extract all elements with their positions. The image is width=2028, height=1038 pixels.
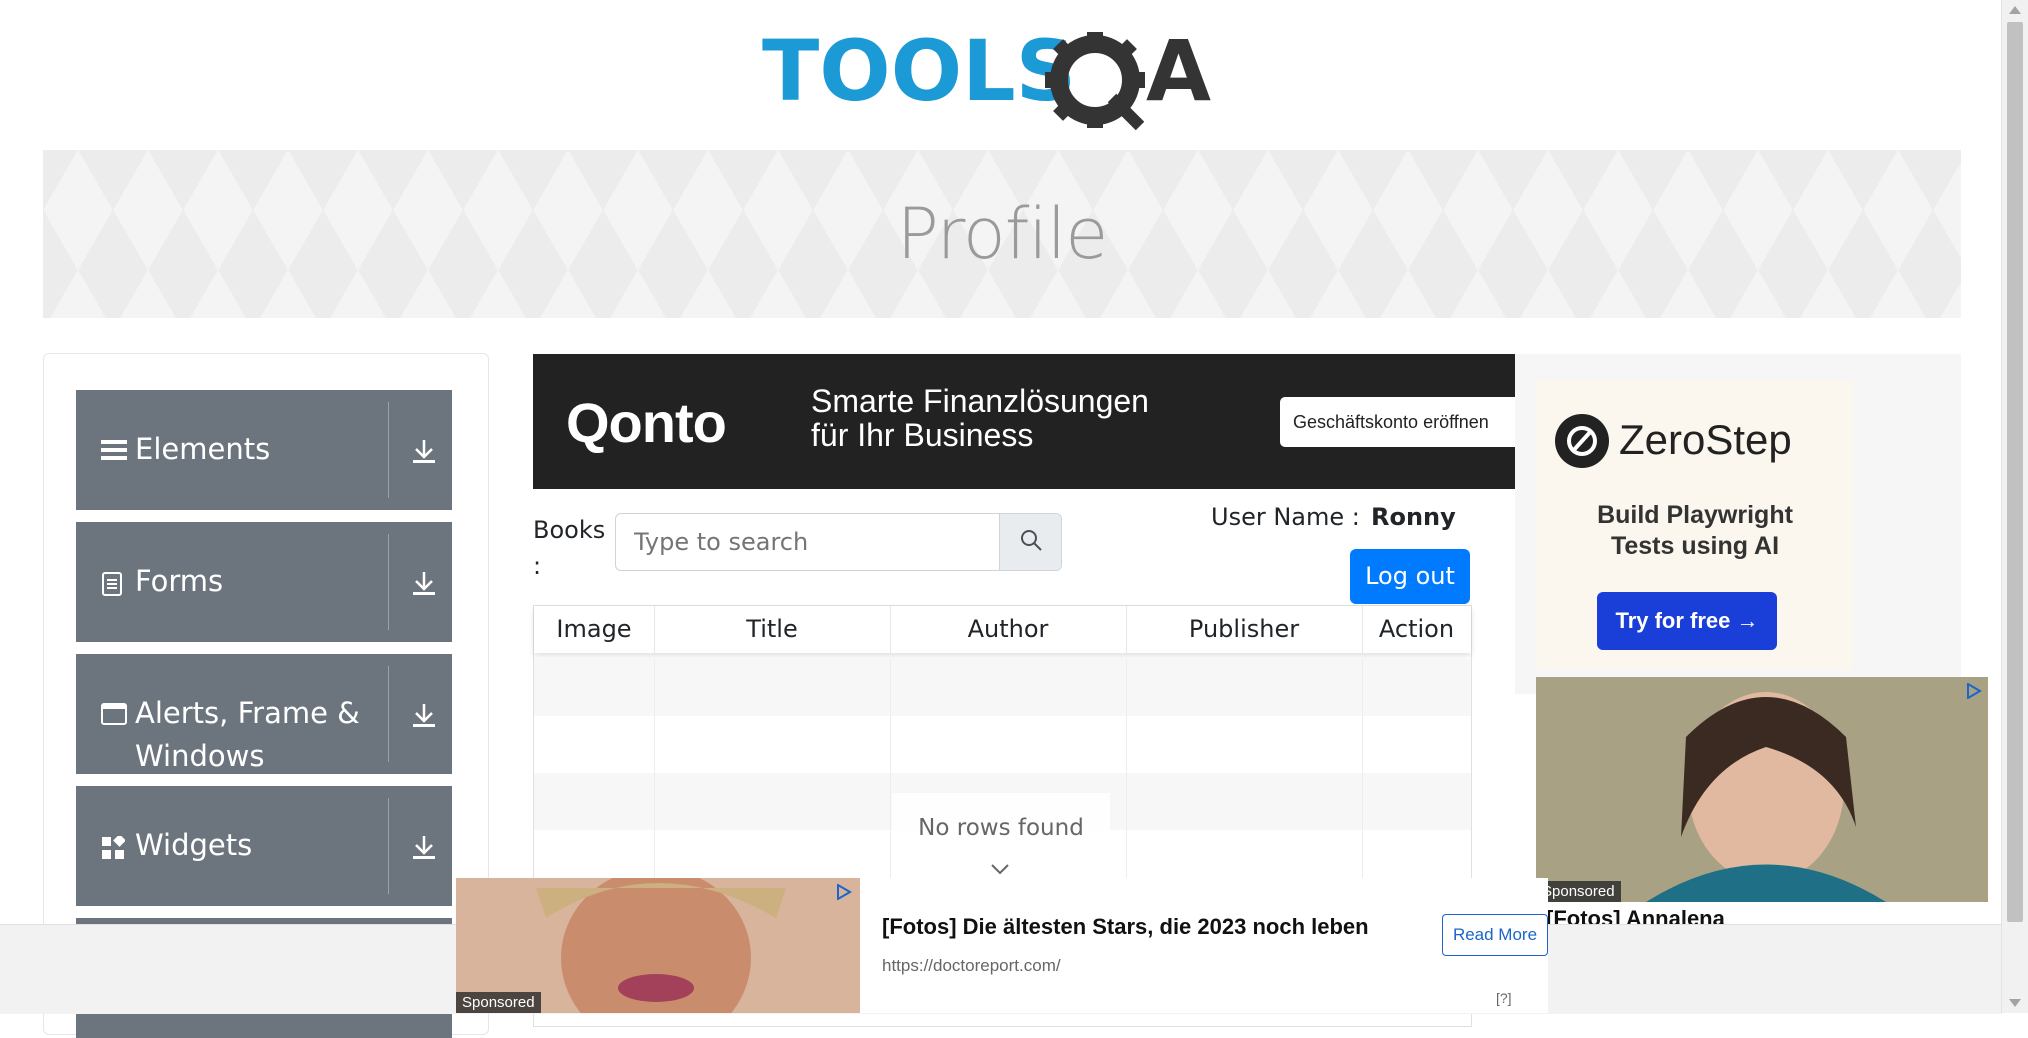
- sidebar-group-widgets[interactable]: Widgets: [76, 786, 452, 906]
- cell-divider: [890, 716, 891, 773]
- gear-icon: [1045, 32, 1145, 131]
- no-rows-message: No rows found: [892, 793, 1110, 863]
- divider: [388, 534, 389, 630]
- divider: [388, 666, 389, 762]
- chevron-down-icon[interactable]: [990, 860, 1010, 879]
- cell-divider: [654, 716, 655, 773]
- cell-divider: [1362, 773, 1363, 830]
- table-row: [534, 659, 1471, 716]
- ad-tagline: Smarte Finanzlösungen für Ihr Business: [811, 384, 1149, 452]
- ad-headline-line2: Tests using AI: [1610, 532, 1780, 560]
- sponsored-label: Sponsored: [1536, 881, 1621, 902]
- search-icon: [1019, 528, 1043, 556]
- page-title: Profile: [896, 193, 1109, 275]
- zerostep-logo-icon: [1555, 414, 1609, 468]
- cell-divider: [1362, 659, 1363, 716]
- cell-divider: [890, 773, 891, 830]
- ad-photo-right[interactable]: Sponsored: [1536, 677, 1988, 902]
- ad-photo-image: [1536, 677, 1988, 902]
- logo-text-tools: TOOLS: [762, 22, 1076, 120]
- scroll-up-icon[interactable]: [2009, 6, 2021, 14]
- sidebar-group-label: Widgets: [135, 828, 253, 862]
- read-more-button[interactable]: Read More: [1442, 914, 1548, 956]
- ad-brand: ZeroStep: [1619, 416, 1792, 463]
- download-icon: [412, 702, 436, 728]
- widgets-icon: [101, 834, 127, 862]
- ad-help-link[interactable]: [?]: [1496, 990, 1512, 1006]
- ad-zerostep[interactable]: ZeroStep Build Playwright Tests using AI…: [1515, 354, 1961, 694]
- divider: [388, 798, 389, 894]
- sidebar-group-elements[interactable]: Elements: [76, 390, 452, 510]
- ad-headline: Build Playwright Tests using AI: [1537, 500, 1853, 562]
- ad-tagline-line2: für Ihr Business: [811, 417, 1034, 453]
- adchoices-icon[interactable]: [1966, 682, 1982, 703]
- ad-zerostep-card: ZeroStep Build Playwright Tests using AI…: [1537, 380, 1853, 670]
- adchoices-icon[interactable]: [836, 883, 852, 904]
- column-header-action[interactable]: Action: [1362, 606, 1471, 653]
- ad-title[interactable]: [Fotos] Die ältesten Stars, die 2023 noc…: [882, 914, 1369, 940]
- cell-divider: [890, 659, 891, 716]
- window-icon: [101, 702, 127, 728]
- ad-cta-button[interactable]: Geschäftskonto eröffnen: [1280, 397, 1515, 447]
- sidebar-group-alerts-frame-windows[interactable]: Alerts, Frame & Windows: [76, 654, 452, 774]
- sidebar-group-label: Alerts, Frame &: [135, 696, 360, 730]
- vertical-scrollbar[interactable]: [2001, 0, 2028, 1013]
- divider: [388, 402, 389, 498]
- column-header-image[interactable]: Image: [534, 606, 655, 653]
- ad-tagline-line1: Smarte Finanzlösungen: [811, 383, 1149, 419]
- ad-bottom-image: Sponsored: [456, 878, 860, 1013]
- books-label: Books :: [533, 516, 606, 580]
- ad-bottom[interactable]: Sponsored [Fotos] Die ältesten Stars, di…: [456, 878, 1548, 1013]
- table-row: [534, 716, 1471, 773]
- search-button[interactable]: [999, 514, 1061, 570]
- column-header-author[interactable]: Author: [890, 606, 1127, 653]
- table-header: Image Title Author Publisher Action: [534, 606, 1471, 653]
- column-header-title[interactable]: Title: [654, 606, 891, 653]
- sidebar-group-forms[interactable]: Forms: [76, 522, 452, 642]
- list-icon: [101, 437, 127, 463]
- username-label: User Name :: [1211, 503, 1360, 531]
- download-icon: [412, 834, 436, 860]
- logout-button[interactable]: Log out: [1350, 549, 1470, 604]
- ad-url[interactable]: https://doctoreport.com/: [882, 956, 1061, 976]
- cell-divider: [1126, 716, 1127, 773]
- sidebar-group-label: Forms: [135, 564, 224, 598]
- cell-divider: [1126, 773, 1127, 830]
- username-value: Ronny: [1371, 503, 1456, 531]
- column-header-publisher[interactable]: Publisher: [1126, 606, 1363, 653]
- toolsqa-logo[interactable]: TOOLS A: [762, 22, 1246, 134]
- cell-divider: [1126, 659, 1127, 716]
- ad-banner-qonto[interactable]: Qonto Smarte Finanzlösungen für Ihr Busi…: [533, 354, 1515, 489]
- cell-divider: [1362, 716, 1363, 773]
- search-box: [615, 513, 1062, 571]
- download-icon: [412, 438, 436, 464]
- ad-cta-button[interactable]: Try for free →: [1597, 592, 1777, 650]
- page-banner: Profile: [43, 150, 1961, 318]
- cell-divider: [654, 773, 655, 830]
- sidebar-group-label-line2: Windows: [135, 739, 265, 773]
- ad-brand: Qonto: [566, 391, 727, 454]
- document-icon: [101, 572, 127, 598]
- sidebar-group-label: Elements: [135, 432, 271, 466]
- scrollbar-thumb[interactable]: [2007, 22, 2023, 922]
- sponsored-label: Sponsored: [456, 992, 541, 1013]
- logo-text-a: A: [1146, 22, 1211, 120]
- search-input[interactable]: [616, 514, 1032, 570]
- scroll-down-icon[interactable]: [2009, 999, 2021, 1007]
- cell-divider: [654, 659, 655, 716]
- download-icon: [412, 570, 436, 596]
- ad-headline-line1: Build Playwright: [1597, 501, 1793, 529]
